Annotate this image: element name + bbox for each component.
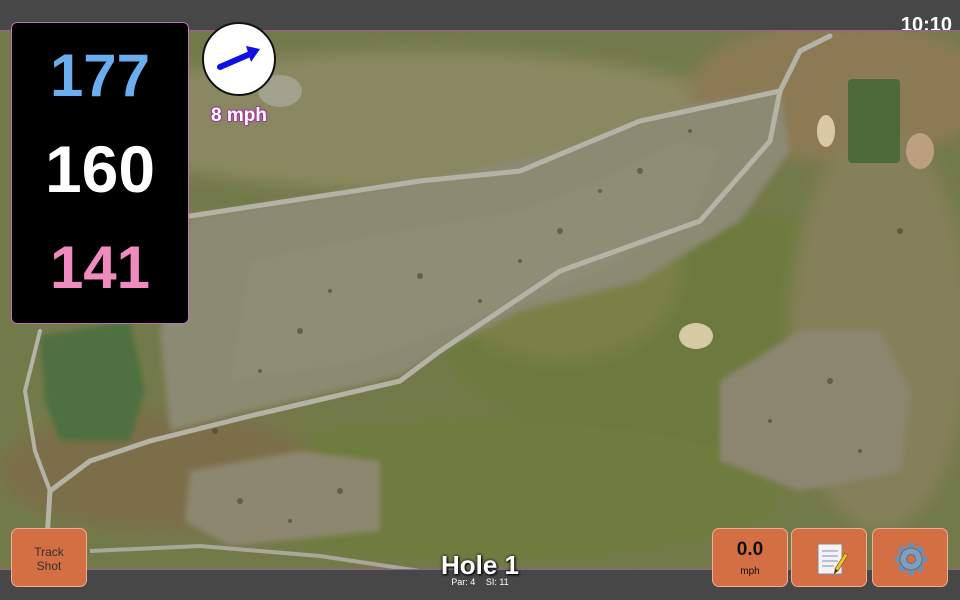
notes-button[interactable]	[791, 528, 867, 587]
gear-icon	[895, 543, 927, 575]
hole-meta: Par: 4 SI: 11	[380, 577, 580, 587]
speed-unit: mph	[740, 566, 760, 577]
hole-stroke-index: SI: 11	[485, 577, 509, 587]
wind-speed: 8 mph	[211, 105, 267, 126]
notepad-icon	[817, 543, 849, 575]
yardage-panel: 177 160 141	[11, 22, 189, 324]
hole-par: Par: 4	[451, 577, 476, 587]
speed-value: 0.0	[736, 539, 764, 560]
track-shot-label: Track Shot	[34, 545, 64, 573]
speed-button[interactable]: 0.0 mph	[712, 528, 788, 587]
center-yardage: 160	[44, 132, 156, 206]
back-yardage: 177	[49, 42, 151, 109]
wind-indicator	[202, 22, 276, 96]
arrow-icon	[217, 46, 260, 70]
front-yardage: 141	[49, 234, 151, 301]
track-shot-button[interactable]: Track Shot	[11, 528, 87, 587]
settings-button[interactable]	[872, 528, 948, 587]
